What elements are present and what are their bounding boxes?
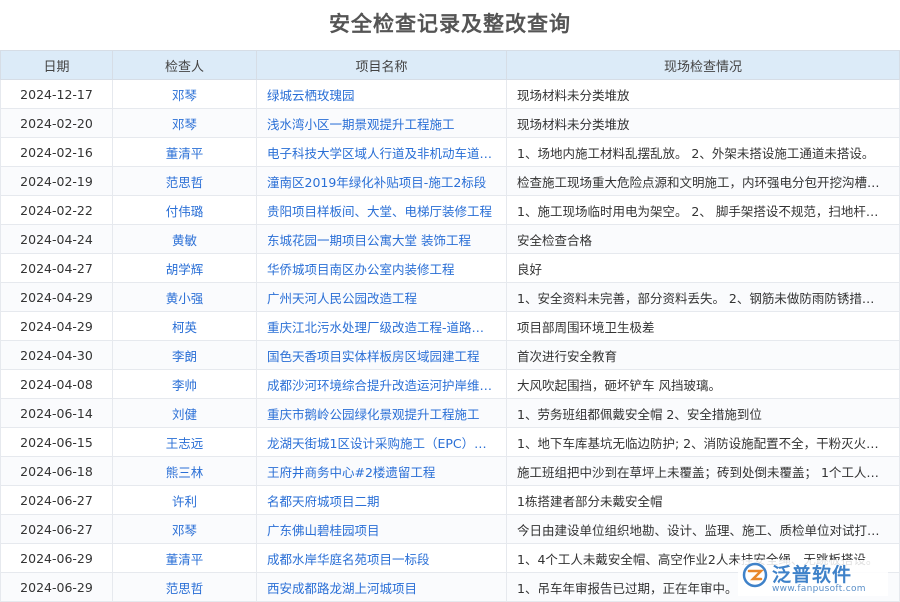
cell-finding: 项目部周围环境卫生极差	[506, 311, 900, 341]
cell-project-link[interactable]: 成都水岸华庭名苑项目一标段	[256, 543, 507, 573]
cell-inspector[interactable]: 范思哲	[112, 572, 257, 602]
cell-project-link[interactable]: 成都沙河环境综合提升改造运河护岸维修工程	[256, 369, 507, 399]
cell-finding: 1、场地内施工材料乱摆乱放。 2、外架未搭设施工通道未搭设。	[506, 137, 900, 167]
cell-inspector[interactable]: 黄小强	[112, 282, 257, 312]
cell-inspector[interactable]: 柯英	[112, 311, 257, 341]
table-row[interactable]: 2024-04-24 黄敏 东城花园一期项目公寓大堂 装饰工程 安全检查合格	[0, 224, 900, 254]
cell-finding: 施工班组把中沙到在草坪上未覆盖；砖到处倒未覆盖； 1个工人…	[506, 456, 900, 486]
cell-finding: 现场材料未分类堆放	[506, 108, 900, 138]
table-row[interactable]: 2024-02-19 范思哲 潼南区2019年绿化补贴项目-施工2标段 检查施工现场重…	[0, 166, 900, 196]
cell-inspector[interactable]: 胡学辉	[112, 253, 257, 283]
cell-date: 2024-06-29	[0, 572, 113, 602]
cell-project-link[interactable]: 西安成都路龙湖上河城项目	[256, 572, 507, 602]
cell-date: 2024-06-27	[0, 485, 113, 515]
cell-date: 2024-12-17	[0, 79, 113, 109]
table-row[interactable]: 2024-04-29 柯英 重庆江北污水处理厂级改造工程-道路修复 项目部周围环境卫生…	[0, 311, 900, 341]
table-row[interactable]: 2024-04-29 黄小强 广州天河人民公园改造工程 1、安全资料未完善，部分资料丢…	[0, 282, 900, 312]
table-row[interactable]: 2024-02-16 董清平 电子科技大学区域人行道及非机动车道工程 1、场地内施工材…	[0, 137, 900, 167]
table-body: 2024-12-17 邓琴 绿城云栖玫瑰园 现场材料未分类堆放 2024-02-20 邓琴…	[0, 79, 900, 602]
records-table: 日期 检查人 项目名称 现场检查情况 2024-12-17 邓琴 绿城云栖玫瑰园 现场…	[0, 50, 900, 602]
cell-project-link[interactable]: 重庆江北污水处理厂级改造工程-道路修复	[256, 311, 507, 341]
cell-project-link[interactable]: 名都天府城项目二期	[256, 485, 507, 515]
cell-date: 2024-02-22	[0, 195, 113, 225]
cell-date: 2024-04-29	[0, 311, 113, 341]
cell-inspector[interactable]: 邓琴	[112, 514, 257, 544]
cell-date: 2024-02-16	[0, 137, 113, 167]
cell-inspector[interactable]: 刘健	[112, 398, 257, 428]
cell-project-link[interactable]: 龙湖天街城1区设计采购施工（EPC）总承包	[256, 427, 507, 457]
cell-finding: 现场材料未分类堆放	[506, 79, 900, 109]
cell-inspector[interactable]: 董清平	[112, 543, 257, 573]
table-row[interactable]: 2024-06-27 邓琴 广东佛山碧桂园项目 今日由建设单位组织地勘、设计、监理、施…	[0, 514, 900, 544]
cell-finding: 1、劳务班组都佩戴安全帽 2、安全措施到位	[506, 398, 900, 428]
table-header-row: 日期 检查人 项目名称 现场检查情况	[0, 50, 900, 80]
cell-project-link[interactable]: 国色天香项目实体样板房区域园建工程	[256, 340, 507, 370]
cell-finding: 安全检查合格	[506, 224, 900, 254]
table-row[interactable]: 2024-04-27 胡学辉 华侨城项目南区办公室内装修工程 良好	[0, 253, 900, 283]
page-title: 安全检查记录及整改查询	[329, 12, 571, 36]
cell-inspector[interactable]: 王志远	[112, 427, 257, 457]
cell-finding: 1、安全资料未完善，部分资料丢失。 2、钢筋未做防雨防锈措…	[506, 282, 900, 312]
cell-inspector[interactable]: 李帅	[112, 369, 257, 399]
table-row[interactable]: 2024-06-18 熊三林 王府井商务中心#2楼遗留工程 施工班组把中沙到在草坪上未…	[0, 456, 900, 486]
table-row[interactable]: 2024-02-20 邓琴 浅水湾小区一期景观提升工程施工 现场材料未分类堆放	[0, 108, 900, 138]
cell-date: 2024-04-24	[0, 224, 113, 254]
cell-project-link[interactable]: 贵阳项目样板间、大堂、电梯厅装修工程	[256, 195, 507, 225]
table-row[interactable]: 2024-06-15 王志远 龙湖天街城1区设计采购施工（EPC）总承包 1、地下车库…	[0, 427, 900, 457]
cell-finding: 首次进行安全教育	[506, 340, 900, 370]
cell-project-link[interactable]: 广州天河人民公园改造工程	[256, 282, 507, 312]
cell-inspector[interactable]: 董清平	[112, 137, 257, 167]
cell-project-link[interactable]: 东城花园一期项目公寓大堂 装饰工程	[256, 224, 507, 254]
table-row[interactable]: 2024-06-27 许利 名都天府城项目二期 1栋搭建者部分未戴安全帽	[0, 485, 900, 515]
cell-finding: 大风吹起围挡，砸坏铲车 风挡玻璃。	[506, 369, 900, 399]
cell-inspector[interactable]: 李朗	[112, 340, 257, 370]
fanpu-logo-icon	[742, 562, 768, 588]
cell-finding: 1栋搭建者部分未戴安全帽	[506, 485, 900, 515]
table-row[interactable]: 2024-02-22 付伟璐 贵阳项目样板间、大堂、电梯厅装修工程 1、施工现场临时用…	[0, 195, 900, 225]
cell-date: 2024-06-15	[0, 427, 113, 457]
cell-date: 2024-06-18	[0, 456, 113, 486]
cell-project-link[interactable]: 广东佛山碧桂园项目	[256, 514, 507, 544]
header-date[interactable]: 日期	[0, 50, 113, 80]
cell-inspector[interactable]: 范思哲	[112, 166, 257, 196]
logo-name: 泛普软件	[772, 564, 853, 586]
brand-logo: 泛普软件 www.fanpusoft.com	[738, 560, 888, 596]
cell-date: 2024-02-20	[0, 108, 113, 138]
table-row[interactable]: 2024-04-30 李朗 国色天香项目实体样板房区域园建工程 首次进行安全教育	[0, 340, 900, 370]
cell-inspector[interactable]: 付伟璐	[112, 195, 257, 225]
cell-date: 2024-06-29	[0, 543, 113, 573]
cell-finding: 1、地下车库基坑无临边防护; 2、消防设施配置不全，干粉灭火…	[506, 427, 900, 457]
cell-date: 2024-06-14	[0, 398, 113, 428]
cell-inspector[interactable]: 邓琴	[112, 108, 257, 138]
cell-date: 2024-02-19	[0, 166, 113, 196]
header-finding[interactable]: 现场检查情况	[506, 50, 900, 80]
cell-project-link[interactable]: 绿城云栖玫瑰园	[256, 79, 507, 109]
table-row[interactable]: 2024-06-14 刘健 重庆市鹅岭公园绿化景观提升工程施工 1、劳务班组都佩戴安全…	[0, 398, 900, 428]
table-row[interactable]: 2024-04-08 李帅 成都沙河环境综合提升改造运河护岸维修工程 大风吹起围挡，砸…	[0, 369, 900, 399]
cell-finding: 良好	[506, 253, 900, 283]
cell-inspector[interactable]: 邓琴	[112, 79, 257, 109]
cell-project-link[interactable]: 电子科技大学区域人行道及非机动车道工程	[256, 137, 507, 167]
cell-inspector[interactable]: 黄敏	[112, 224, 257, 254]
cell-finding: 今日由建设单位组织地勘、设计、监理、施工、质检单位对试打…	[506, 514, 900, 544]
cell-date: 2024-04-27	[0, 253, 113, 283]
cell-project-link[interactable]: 浅水湾小区一期景观提升工程施工	[256, 108, 507, 138]
cell-date: 2024-06-27	[0, 514, 113, 544]
cell-inspector[interactable]: 熊三林	[112, 456, 257, 486]
cell-finding: 检查施工现场重大危险点源和文明施工，内环强电分包开挖沟槽…	[506, 166, 900, 196]
header-project[interactable]: 项目名称	[256, 50, 507, 80]
header-inspector[interactable]: 检查人	[112, 50, 257, 80]
cell-date: 2024-04-08	[0, 369, 113, 399]
cell-date: 2024-04-29	[0, 282, 113, 312]
cell-finding: 1、施工现场临时用电为架空。 2、 脚手架搭设不规范，扫地杆…	[506, 195, 900, 225]
cell-inspector[interactable]: 许利	[112, 485, 257, 515]
table-row[interactable]: 2024-12-17 邓琴 绿城云栖玫瑰园 现场材料未分类堆放	[0, 79, 900, 109]
cell-project-link[interactable]: 潼南区2019年绿化补贴项目-施工2标段	[256, 166, 507, 196]
cell-project-link[interactable]: 王府井商务中心#2楼遗留工程	[256, 456, 507, 486]
cell-project-link[interactable]: 华侨城项目南区办公室内装修工程	[256, 253, 507, 283]
logo-url: www.fanpusoft.com	[772, 584, 866, 594]
cell-project-link[interactable]: 重庆市鹅岭公园绿化景观提升工程施工	[256, 398, 507, 428]
cell-date: 2024-04-30	[0, 340, 113, 370]
